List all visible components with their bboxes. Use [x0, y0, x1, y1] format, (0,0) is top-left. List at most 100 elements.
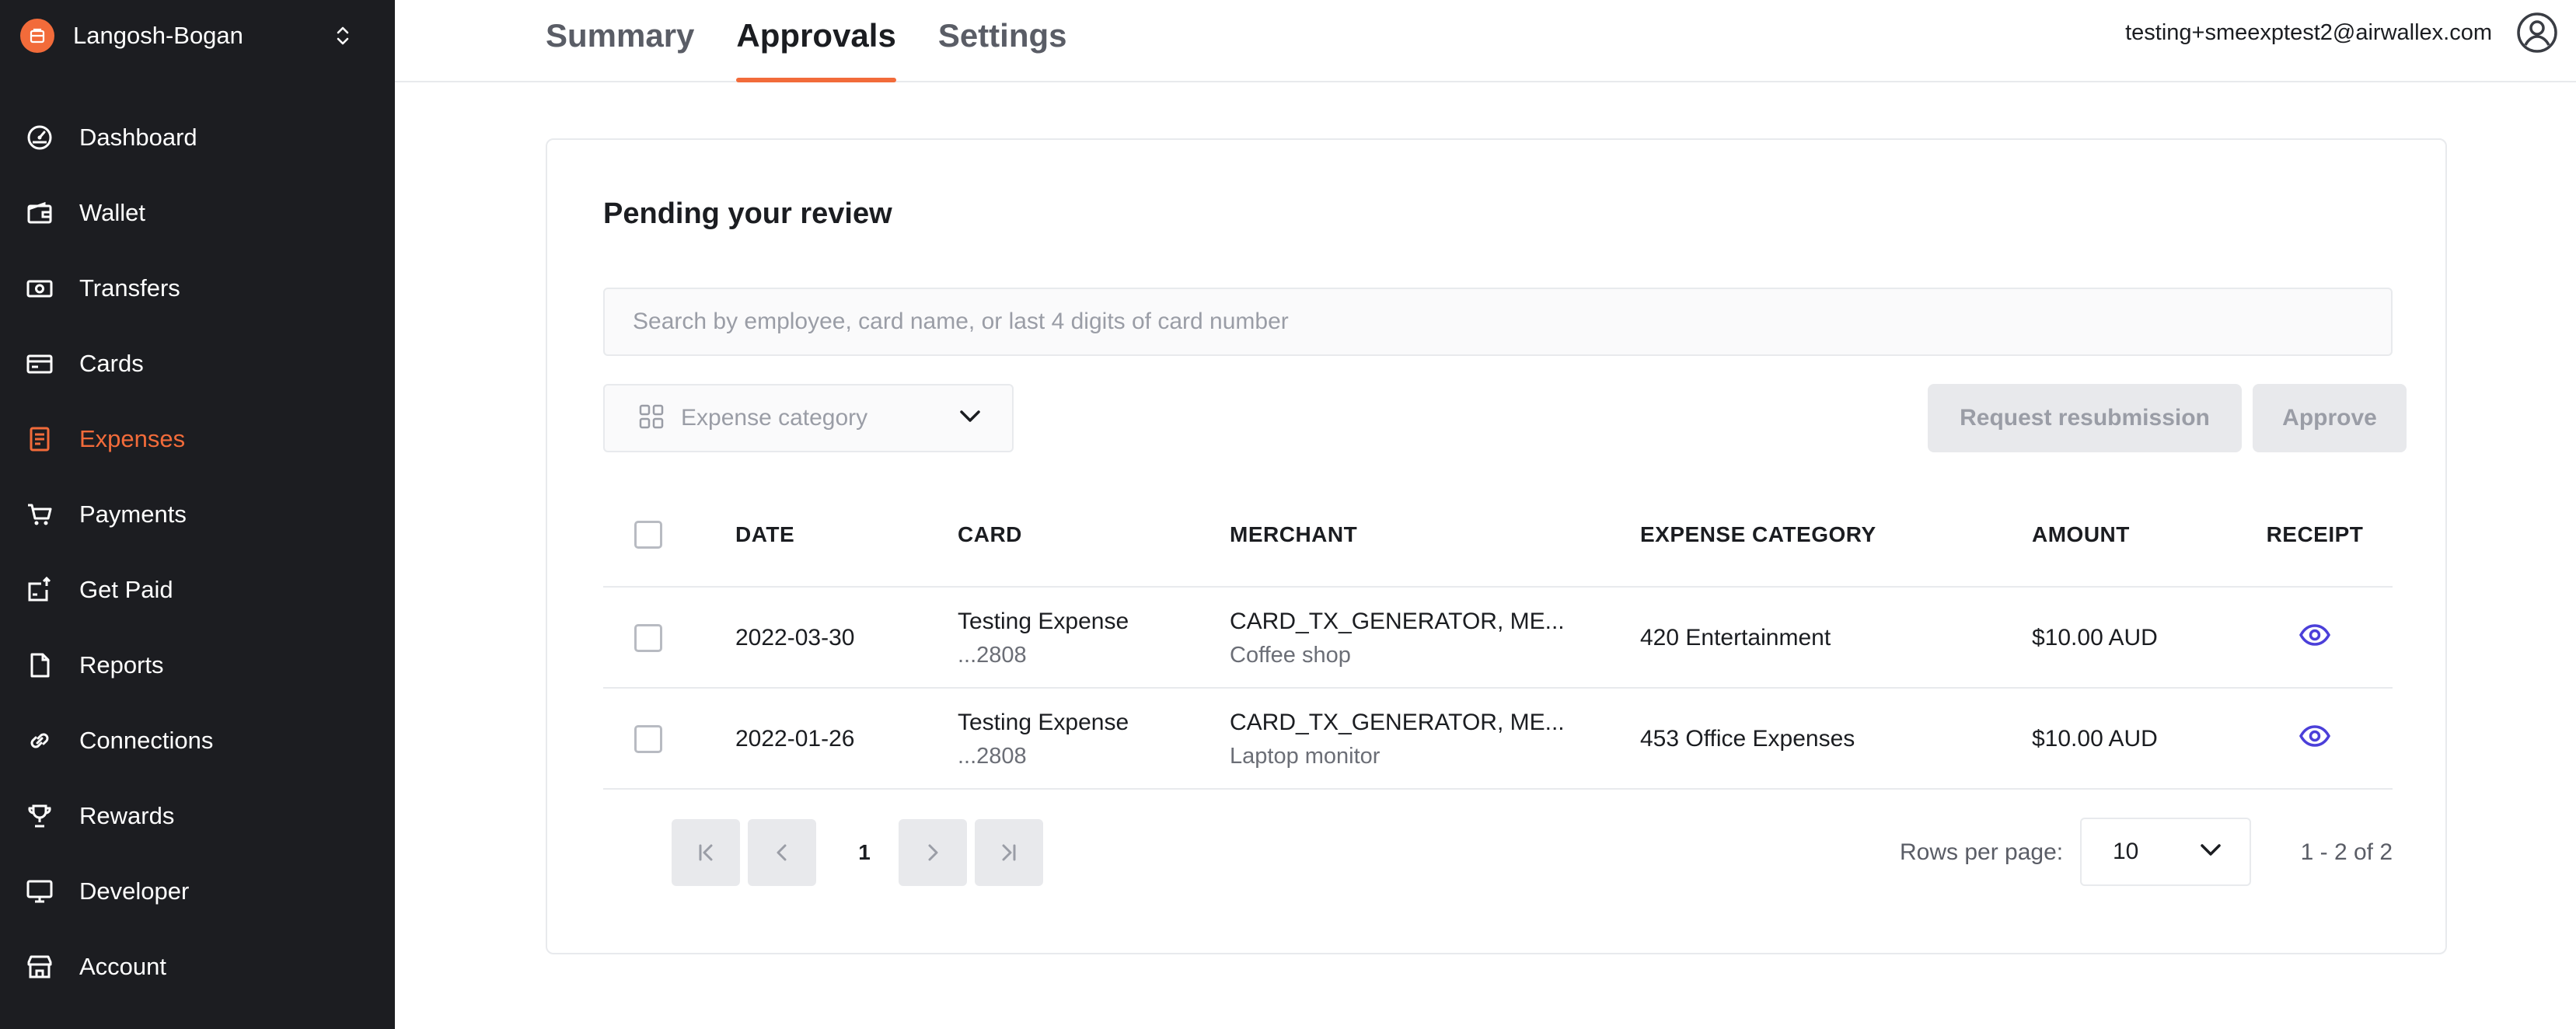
column-header-merchant: MERCHANT — [1230, 522, 1358, 546]
column-header-receipt: RECEIPT — [2266, 522, 2364, 546]
row-expense-category: 420 Entertainment — [1640, 625, 1831, 651]
sidebar-item-developer[interactable]: Developer — [0, 853, 395, 929]
last-page-icon — [1002, 844, 1016, 861]
row-card-name: Testing Expense — [958, 709, 1129, 735]
top-bar: Summary Approvals Settings testing+smeex… — [395, 0, 2576, 82]
rows-per-page-label: Rows per page: — [1900, 839, 2064, 865]
first-page-button[interactable] — [672, 819, 740, 886]
sidebar-item-label: Account — [79, 952, 167, 980]
view-receipt-eye-icon[interactable] — [2299, 725, 2331, 753]
sidebar-item-label: Get Paid — [79, 575, 173, 603]
row-card: Testing Expense ...2808 — [958, 588, 1129, 689]
expenses-icon — [23, 423, 56, 455]
current-page-number[interactable]: 1 — [849, 819, 880, 886]
sidebar-item-label: Reports — [79, 651, 164, 678]
row-merchant-description: Coffee shop — [1230, 642, 1351, 668]
sidebar-item-label: Expenses — [79, 424, 186, 452]
row-merchant: CARD_TX_GENERATOR, ME... Laptop monitor — [1230, 689, 1565, 790]
prev-page-button[interactable] — [748, 819, 816, 886]
row-merchant-name: CARD_TX_GENERATOR, ME... — [1230, 608, 1565, 634]
request-resubmission-button[interactable]: Request resubmission — [1928, 384, 2242, 452]
expense-category-select[interactable]: Expense category — [603, 384, 1014, 452]
sidebar-item-label: Dashboard — [79, 123, 197, 151]
column-header-date: DATE — [735, 522, 795, 546]
row-checkbox[interactable] — [634, 725, 662, 753]
row-merchant: CARD_TX_GENERATOR, ME... Coffee shop — [1230, 588, 1565, 689]
rows-per-page-value: 10 — [2113, 839, 2139, 864]
next-page-button[interactable] — [899, 819, 967, 886]
page-title: Pending your review — [603, 197, 892, 230]
sidebar-item-label: Payments — [79, 500, 187, 528]
row-receipt — [2262, 689, 2368, 790]
cart-icon — [23, 498, 56, 531]
user-avatar-icon[interactable] — [2515, 11, 2559, 54]
row-select-cell — [634, 689, 681, 790]
pagination: 1 Rows per page: 10 1 - 2 of 2 — [603, 818, 2393, 888]
store-icon — [23, 951, 56, 983]
sidebar-item-wallet[interactable]: Wallet — [0, 175, 395, 250]
wallet-icon — [23, 197, 56, 229]
tab-bar: Summary Approvals Settings — [546, 0, 1109, 82]
trophy-icon — [23, 800, 56, 832]
tab-approvals[interactable]: Approvals — [736, 0, 897, 82]
card-icon — [23, 347, 56, 380]
column-header-amount: AMOUNT — [2032, 522, 2130, 546]
rows-per-page-select[interactable]: 10 — [2080, 818, 2251, 886]
sidebar-item-label: Transfers — [79, 274, 180, 302]
sidebar-item-transfers[interactable]: Transfers — [0, 250, 395, 326]
table-row[interactable]: 2022-01-26 Testing Expense ...2808 CARD_… — [603, 689, 2393, 790]
last-page-button[interactable] — [975, 819, 1043, 886]
expense-category-placeholder: Expense category — [681, 405, 868, 431]
row-card-name: Testing Expense — [958, 608, 1129, 634]
pending-review-card: Pending your review Expense category Req… — [546, 138, 2447, 954]
row-merchant-description: Laptop monitor — [1230, 743, 1380, 769]
table-row[interactable]: 2022-03-30 Testing Expense ...2808 CARD_… — [603, 588, 2393, 689]
sidebar-item-payments[interactable]: Payments — [0, 476, 395, 552]
sidebar-item-label: Wallet — [79, 198, 145, 226]
search-input[interactable] — [603, 288, 2393, 356]
reports-icon — [23, 649, 56, 682]
sidebar-item-account[interactable]: Account — [0, 929, 395, 1004]
sidebar-item-connections[interactable]: Connections — [0, 703, 395, 778]
sidebar-item-cards[interactable]: Cards — [0, 326, 395, 401]
row-select-cell — [634, 588, 681, 689]
org-logo-icon — [20, 19, 54, 53]
chevron-updown-icon[interactable] — [331, 20, 354, 51]
row-card-last4: ...2808 — [958, 642, 1027, 668]
sidebar-item-rewards[interactable]: Rewards — [0, 778, 395, 853]
sidebar-item-label: Rewards — [79, 801, 175, 829]
sidebar-item-dashboard[interactable]: Dashboard — [0, 99, 395, 175]
expenses-table: DATE CARD MERCHANT EXPENSE CATEGORY AMOU… — [603, 482, 2393, 790]
column-header-card: CARD — [958, 522, 1022, 546]
row-card: Testing Expense ...2808 — [958, 689, 1129, 790]
tab-summary[interactable]: Summary — [546, 0, 694, 82]
chevron-down-icon — [959, 410, 981, 427]
row-amount: $10.00 AUD — [2032, 625, 2158, 651]
sidebar-item-label: Connections — [79, 726, 214, 754]
chevron-down-icon — [2200, 843, 2222, 861]
view-receipt-eye-icon[interactable] — [2299, 624, 2331, 652]
sidebar-item-reports[interactable]: Reports — [0, 627, 395, 703]
grid-icon — [639, 404, 664, 433]
sidebar-nav: Dashboard Wallet Transfers Cards Expense… — [0, 99, 395, 1004]
chevron-left-icon — [777, 844, 787, 861]
approve-button[interactable]: Approve — [2253, 384, 2407, 452]
row-checkbox[interactable] — [634, 624, 662, 652]
monitor-icon — [23, 875, 56, 908]
row-amount: $10.00 AUD — [2032, 726, 2158, 752]
tab-settings[interactable]: Settings — [938, 0, 1067, 82]
dashboard-icon — [23, 121, 56, 154]
first-page-icon — [699, 844, 713, 861]
row-date: 2022-03-30 — [735, 625, 855, 651]
org-name: Langosh-Bogan — [73, 22, 243, 49]
select-all-checkbox[interactable] — [634, 521, 662, 549]
row-expense-category: 453 Office Expenses — [1640, 726, 1855, 752]
link-icon — [23, 724, 56, 757]
sidebar-item-expenses[interactable]: Expenses — [0, 401, 395, 476]
sidebar-item-get-paid[interactable]: Get Paid — [0, 552, 395, 627]
user-email: testing+smeexptest2@airwallex.com — [2125, 20, 2492, 45]
pagination-range: 1 - 2 of 2 — [2300, 839, 2393, 865]
sidebar-item-label: Developer — [79, 877, 190, 905]
org-switcher[interactable]: Langosh-Bogan — [20, 16, 354, 56]
row-date: 2022-01-26 — [735, 726, 855, 752]
